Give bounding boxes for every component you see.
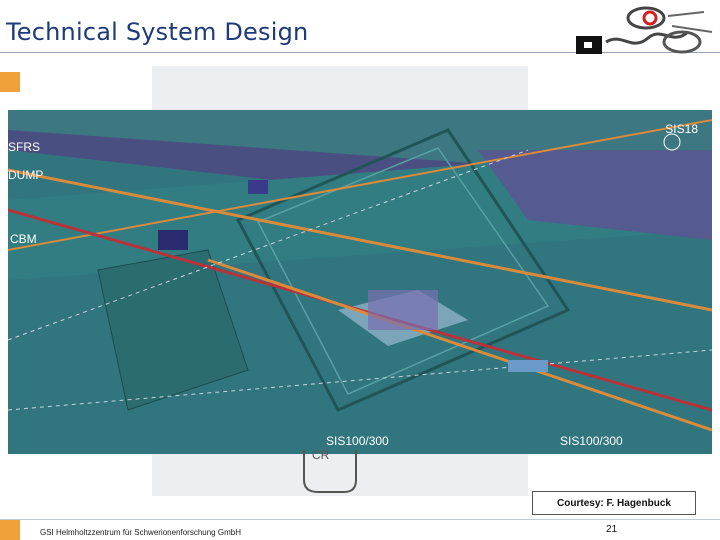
- label-dump: DUMP: [8, 168, 44, 182]
- technical-drawing: SIS18 SFRS DUMP CBM SIS100/300 SIS100/30…: [8, 110, 712, 454]
- label-cr: CR: [312, 448, 330, 462]
- label-sis18: SIS18: [665, 122, 698, 136]
- tunnel-layout-drawing: [8, 110, 712, 454]
- courtesy-note: Courtesy: F. Hagenbuck: [532, 491, 696, 515]
- label-sis100-left: SIS100/300: [326, 434, 389, 448]
- accent-square-top: [0, 72, 20, 92]
- accent-square-bottom: [0, 520, 20, 540]
- label-sfrs: SFRS: [8, 140, 41, 154]
- cr-ring-outline: [303, 450, 357, 493]
- footer-organization: GSI Helmholtzzentrum für Schwerionenfors…: [40, 528, 241, 537]
- page-title: Technical System Design: [6, 18, 309, 46]
- page-number: 21: [606, 524, 618, 535]
- footer-divider: [0, 519, 720, 520]
- label-cbm: CBM: [10, 232, 37, 246]
- label-sis100-right: SIS100/300: [560, 434, 623, 448]
- gsi-logo-icon: [576, 6, 713, 54]
